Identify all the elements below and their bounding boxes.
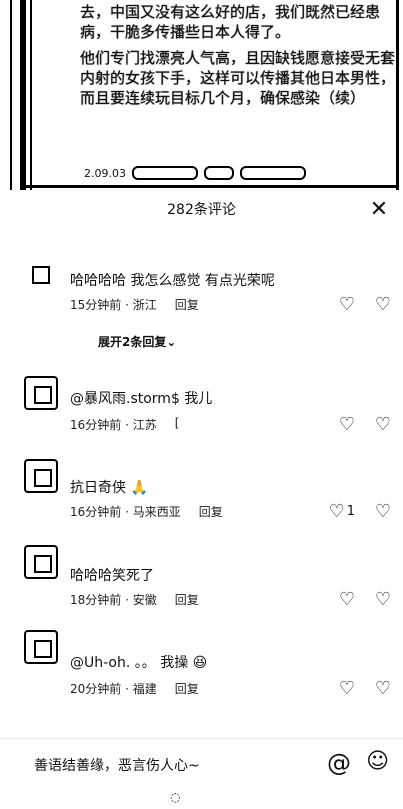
comment-time: 18分钟前 · 安徽 <box>70 593 157 607</box>
like-button[interactable]: ♡ <box>339 294 355 315</box>
comment-text: 抗日奇侠 🙏 <box>70 480 148 496</box>
comment-item: @Uh-oh. 。。 我操 😆 20分钟前 · 福建 回复 ♡ ♡ <box>0 630 403 710</box>
like-button[interactable]: ♡ <box>339 589 355 610</box>
avatar[interactable] <box>24 459 58 493</box>
post-tag <box>204 166 234 180</box>
avatar[interactable] <box>24 376 58 410</box>
post-meta: 2.09.03 <box>84 166 306 180</box>
reply-button[interactable]: [ <box>175 416 180 433</box>
avatar[interactable] <box>24 545 58 579</box>
frame-border <box>30 0 32 190</box>
like-button[interactable]: ♡ <box>339 678 355 699</box>
frame-border <box>396 0 399 190</box>
frame-border <box>20 185 399 188</box>
like-count: 1 <box>346 504 355 519</box>
comment-item: 哈哈哈笑死了 18分钟前 · 安徽 回复 ♡ ♡ <box>0 543 403 623</box>
heart-icon: ♡ <box>338 294 355 315</box>
post-paragraph: 去，中国又没有这么好的店，我们既然已经患病，干脆多传播些日本人得了。 <box>80 3 381 41</box>
comment-item: 抗日奇侠 🙏 16分钟前 · 马来西亚 回复 ♡ 1 ♡ <box>0 455 403 535</box>
heart-icon: ♡ <box>328 501 345 522</box>
comment-text: 哈哈哈哈 我怎么感觉 有点光荣呢 <box>70 273 275 289</box>
dislike-icon[interactable]: ♡ <box>375 589 391 610</box>
reply-button[interactable]: 回复 <box>175 680 199 697</box>
reply-button[interactable]: 回复 <box>175 591 199 608</box>
comment-meta: 16分钟前 · 马来西亚 回复 <box>70 503 223 520</box>
reply-button[interactable]: 回复 <box>199 503 223 520</box>
comment-text: @Uh-oh. 。。 我操 😆 <box>70 655 208 671</box>
watermark-icon: ◌ <box>170 790 181 804</box>
frame-border <box>10 0 12 190</box>
post-paragraph: 他们专门找漂亮人气高，且因缺钱愿意接受无套内射的女孩下手，这样可以传播其他日本男… <box>80 49 396 107</box>
comment-text: 哈哈哈笑死了 <box>70 568 154 584</box>
close-icon[interactable]: ✕ <box>365 196 393 224</box>
post-image: 去，中国又没有这么好的店，我们既然已经患病，干脆多传播些日本人得了。 他们专门找… <box>0 0 403 190</box>
heart-icon: ♡ <box>338 414 355 435</box>
post-tag <box>240 166 306 180</box>
comment-input[interactable]: 善语结善缘，恶言伤人心~ <box>34 755 200 775</box>
heart-icon: ♡ <box>338 678 355 699</box>
like-button[interactable]: ♡ <box>339 414 355 435</box>
avatar[interactable] <box>24 258 58 292</box>
at-mention-icon[interactable]: @ <box>327 749 351 777</box>
comment-meta: 20分钟前 · 福建 回复 <box>70 680 199 697</box>
comment-time: 15分钟前 · 浙江 <box>70 298 157 312</box>
dislike-icon[interactable]: ♡ <box>375 678 391 699</box>
comment-text: @暴风雨.storm$ 我儿 <box>70 391 213 407</box>
frame-border <box>20 0 26 190</box>
like-button[interactable]: ♡ 1 <box>329 501 355 522</box>
expand-replies-button[interactable]: 展开2条回复⌄ <box>98 333 176 350</box>
comment-meta: 15分钟前 · 浙江 回复 <box>70 296 199 313</box>
comment-time: 16分钟前 · 马来西亚 <box>70 505 181 519</box>
comment-time: 20分钟前 · 福建 <box>70 682 157 696</box>
comment-input-bar: 善语结善缘，恶言伤人心~ @ ☺ <box>0 738 403 788</box>
reply-button[interactable]: 回复 <box>175 296 199 313</box>
comment-time: 16分钟前 · 江苏 <box>70 418 157 432</box>
comment-meta: 18分钟前 · 安徽 回复 <box>70 591 199 608</box>
dislike-icon[interactable]: ♡ <box>375 414 391 435</box>
dislike-icon[interactable]: ♡ <box>375 294 391 315</box>
comment-meta: 16分钟前 · 江苏 [ <box>70 416 179 433</box>
comment-item: @暴风雨.storm$ 我儿 16分钟前 · 江苏 [ ♡ ♡ <box>0 370 403 450</box>
dislike-icon[interactable]: ♡ <box>375 501 391 522</box>
heart-icon: ♡ <box>338 589 355 610</box>
emoji-icon[interactable]: ☺ <box>366 749 389 774</box>
post-tag <box>132 166 198 180</box>
post-text: 去，中国又没有这么好的店，我们既然已经患病，干脆多传播些日本人得了。 他们专门找… <box>80 2 395 114</box>
comment-count-title: 282条评论 <box>167 202 236 218</box>
comment-item: 哈哈哈哈 我怎么感觉 有点光荣呢 15分钟前 · 浙江 回复 ♡ ♡ <box>0 250 403 330</box>
sheet-header: 282条评论 ✕ <box>0 190 403 230</box>
post-date: 2.09.03 <box>84 166 126 180</box>
avatar[interactable] <box>24 630 58 664</box>
